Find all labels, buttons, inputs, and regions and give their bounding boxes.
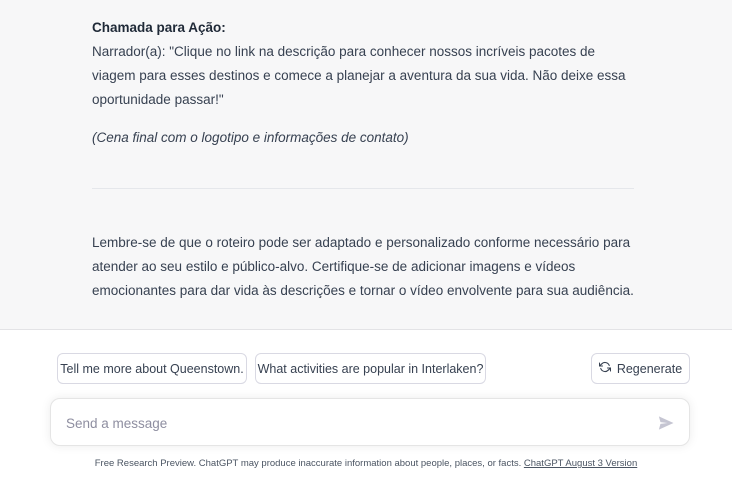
cta-heading: Chamada para Ação: <box>92 20 226 35</box>
regenerate-label: Regenerate <box>616 361 683 376</box>
scene-note: (Cena final com o logotipo e informações… <box>92 130 409 145</box>
suggestion-button-interlaken[interactable]: What activities are popular in Interlake… <box>255 353 486 384</box>
assistant-response: Chamada para Ação: Narrador(a): "Clique … <box>0 0 732 330</box>
cta-narration: Narrador(a): "Clique no link na descriçã… <box>92 44 626 107</box>
version-link[interactable]: ChatGPT August 3 Version <box>524 458 637 469</box>
send-icon[interactable] <box>657 414 675 432</box>
divider <box>92 188 634 189</box>
regenerate-button[interactable]: Regenerate <box>591 353 690 384</box>
message-input[interactable] <box>64 410 638 436</box>
footer-disclaimer: Free Research Preview. ChatGPT may produ… <box>0 458 732 469</box>
message-composer <box>50 398 690 446</box>
suggestion-button-queenstown[interactable]: Tell me more about Queenstown. <box>57 353 247 384</box>
refresh-icon <box>598 361 611 376</box>
footer-text: Free Research Preview. ChatGPT may produ… <box>94 458 522 469</box>
closing-paragraph: Lembre-se de que o roteiro pode ser adap… <box>92 235 634 298</box>
